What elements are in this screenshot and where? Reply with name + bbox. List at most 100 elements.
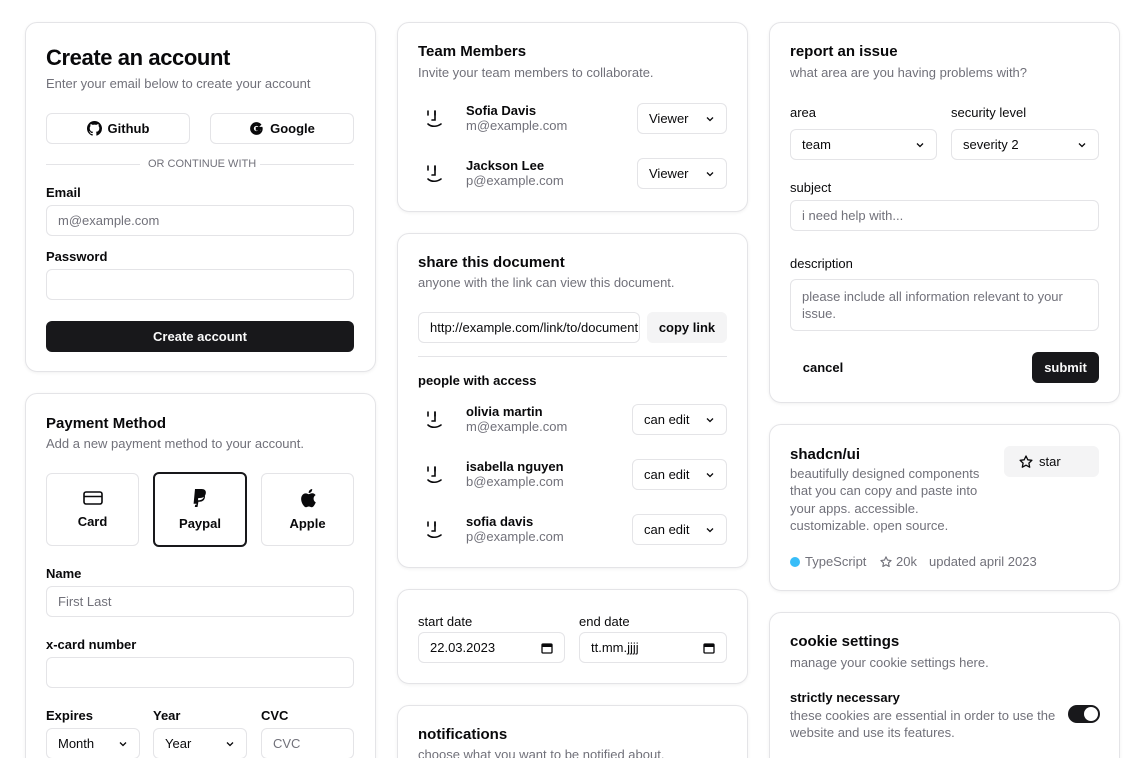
payment-subtitle: Add a new payment method to your account…	[46, 436, 304, 451]
payment-option-card[interactable]: Card	[46, 473, 139, 546]
access-person-name: isabella nguyen	[466, 459, 564, 474]
avatar-icon	[427, 521, 442, 539]
repo-card: shadcn/ui beautifully designed component…	[769, 424, 1120, 591]
access-role-select[interactable]: can edit	[632, 459, 727, 490]
password-label: Password	[46, 249, 108, 264]
end-date-input[interactable]: tt.mm.jjjj	[579, 632, 727, 663]
subject-input[interactable]: i need help with...	[790, 200, 1099, 231]
share-document-card: share this document anyone with the link…	[397, 233, 748, 568]
strictly-necessary-description: these cookies are essential in order to …	[790, 708, 1056, 740]
start-date-input[interactable]: 22.03.2023	[418, 632, 565, 663]
or-divider-left	[46, 164, 140, 165]
security-level-label: security level	[951, 105, 1027, 120]
name-label: Name	[46, 566, 82, 581]
strictly-necessary-label: strictly necessary	[790, 690, 900, 705]
payment-option-card-label: Card	[77, 514, 108, 529]
month-select[interactable]: Month	[46, 728, 140, 758]
expires-label: Expires	[46, 708, 93, 723]
issue-title: report an issue	[790, 43, 898, 60]
access-person-email: p@example.com	[466, 529, 564, 544]
avatar-icon	[427, 466, 442, 484]
chevron-down-icon	[226, 741, 234, 746]
team-title: Team Members	[418, 43, 527, 60]
star-button[interactable]: star	[1004, 446, 1099, 477]
share-subtitle: anyone with the link can view this docum…	[418, 275, 675, 290]
year-select[interactable]: Year	[153, 728, 247, 758]
access-role: can edit	[644, 522, 690, 537]
create-account-subtitle: Enter your email below to create your ac…	[46, 76, 311, 91]
card-number-label: x-card number	[46, 637, 137, 652]
payment-option-apple[interactable]: Apple	[261, 473, 354, 546]
card-number-input[interactable]	[46, 657, 354, 688]
end-date-value: tt.mm.jjjj	[591, 640, 639, 655]
chevron-down-icon	[706, 417, 714, 422]
area-select-value: team	[802, 137, 831, 152]
email-input[interactable]: m@example.com	[46, 205, 354, 236]
team-member-role-select[interactable]: Viewer	[637, 103, 727, 134]
access-role-select[interactable]: can edit	[632, 514, 727, 545]
star-button-label: star	[1039, 454, 1061, 469]
area-select[interactable]: team	[790, 129, 937, 160]
payment-method-card: Payment Method Add a new payment method …	[25, 393, 376, 758]
access-person-email: m@example.com	[466, 419, 568, 434]
team-members-card: Team Members Invite your team members to…	[397, 22, 748, 212]
start-date-label: start date	[418, 614, 473, 629]
credit-card-icon	[82, 491, 103, 505]
google-button[interactable]: Google	[210, 113, 354, 144]
language-indicator: TypeScript	[790, 554, 866, 569]
password-input[interactable]	[46, 269, 354, 300]
create-account-button[interactable]: Create account	[46, 321, 354, 352]
description-label: description	[790, 256, 853, 271]
payment-option-paypal[interactable]: Paypal	[153, 472, 247, 547]
share-title: share this document	[418, 254, 565, 271]
copy-link-button[interactable]: copy link	[647, 312, 727, 343]
email-label: Email	[46, 185, 81, 200]
avatar-icon	[427, 165, 442, 183]
share-link-input[interactable]: http://example.com/link/to/document	[418, 312, 640, 343]
cvc-label: CVC	[261, 708, 289, 723]
subject-label: subject	[790, 180, 832, 195]
cancel-button[interactable]: cancel	[790, 352, 856, 383]
team-member-role-select[interactable]: Viewer	[637, 158, 727, 189]
team-member-email: p@example.com	[466, 173, 564, 188]
chevron-down-icon	[706, 171, 714, 176]
github-icon	[86, 121, 102, 136]
language-dot	[790, 556, 800, 567]
notifications-subtitle: choose what you want to be notified abou…	[418, 747, 665, 758]
end-date-label: end date	[579, 614, 630, 629]
repo-title: shadcn/ui	[790, 446, 861, 463]
paypal-icon	[193, 489, 206, 507]
create-account-title: Create an account	[46, 45, 230, 70]
avatar-icon	[427, 110, 442, 128]
create-account-card: Create an account Enter your email below…	[25, 22, 376, 372]
repo-updated: updated april 2023	[929, 554, 1037, 569]
description-textarea[interactable]: please include all information relevant …	[790, 279, 1099, 331]
payment-title: Payment Method	[46, 415, 167, 432]
access-role-select[interactable]: can edit	[632, 404, 727, 435]
calendar-icon	[703, 642, 715, 654]
team-member-name: Jackson Lee	[466, 158, 545, 173]
year-label: Year	[153, 708, 181, 723]
access-person-name: olivia martin	[466, 404, 543, 419]
submit-button[interactable]: submit	[1032, 352, 1099, 383]
name-input[interactable]: First Last	[46, 586, 354, 617]
chevron-down-icon	[706, 116, 714, 121]
apple-icon	[300, 489, 316, 508]
chevron-down-icon	[706, 527, 714, 532]
team-member-role: Viewer	[649, 166, 689, 181]
people-access-title: people with access	[418, 373, 537, 388]
language-label: TypeScript	[805, 554, 867, 569]
chevron-down-icon	[119, 741, 127, 746]
strictly-necessary-toggle[interactable]	[1068, 705, 1100, 723]
chevron-down-icon	[1078, 142, 1086, 147]
repo-description: beautifully designed components that you…	[790, 466, 980, 533]
notifications-card: notifications choose what you want to be…	[397, 705, 748, 758]
cvc-input[interactable]: CVC	[261, 728, 354, 758]
star-icon	[880, 555, 892, 567]
github-button[interactable]: Github	[46, 113, 190, 144]
access-role: can edit	[644, 467, 690, 482]
star-count: 20k	[880, 554, 917, 569]
team-member-role: Viewer	[649, 111, 689, 126]
start-date-value: 22.03.2023	[430, 640, 496, 655]
security-level-select[interactable]: severity 2	[951, 129, 1099, 160]
